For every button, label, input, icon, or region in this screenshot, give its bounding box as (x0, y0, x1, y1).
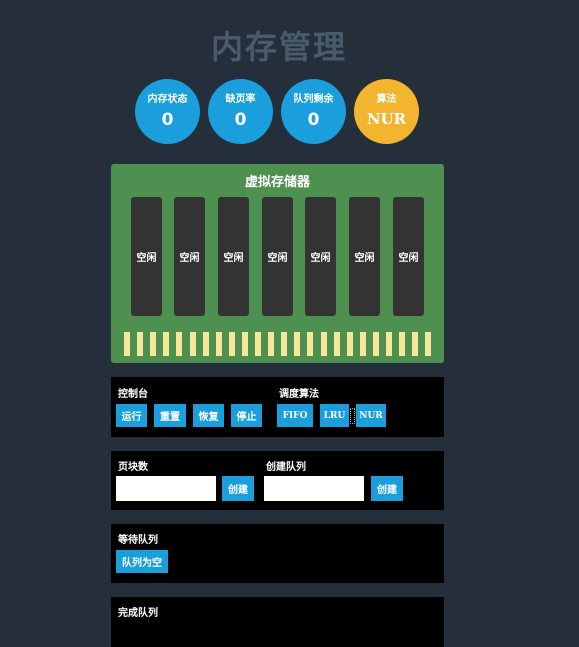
memory-slot: 空闲 (218, 197, 249, 316)
console-label: 控制台 (118, 389, 148, 400)
memory-pin (372, 332, 379, 356)
memory-pin (215, 332, 222, 356)
page-title: 内存管理 (210, 28, 347, 66)
done-queue-label: 完成队列 (118, 608, 158, 619)
create-panel: 页块数 创建 创建队列 创建 (111, 451, 444, 510)
memory-title: 虚拟存储器 (244, 175, 310, 190)
memory-slot: 空闲 (393, 197, 424, 316)
memory-pin (294, 332, 301, 356)
memory-pin (241, 332, 248, 356)
memory-pin (268, 332, 275, 356)
virtual-memory-board: 虚拟存储器 空闲 空闲 空闲 空闲 空闲 空闲 空闲 (111, 164, 444, 363)
memory-slot: 空闲 (305, 197, 336, 316)
page-count-input[interactable] (116, 476, 216, 501)
waiting-queue-panel: 等待队列 队列为空 (111, 524, 444, 583)
page-count-label: 页块数 (118, 462, 148, 473)
stat-value: 0 (161, 110, 174, 130)
stat-label: 算法 (376, 94, 397, 105)
memory-pin (150, 332, 157, 356)
memory-pin (412, 332, 419, 356)
memory-pin (255, 332, 261, 356)
memory-pin (399, 332, 406, 356)
memory-pin (176, 332, 183, 356)
queue-input[interactable] (264, 476, 364, 501)
memory-pin (386, 332, 392, 356)
memory-pin (202, 332, 209, 356)
lru-button[interactable]: LRU (320, 404, 349, 427)
stat-label: 内存状态 (147, 94, 188, 105)
nur-button[interactable]: NUR (356, 404, 386, 427)
run-button[interactable]: 运行 (116, 404, 147, 427)
memory-pin (163, 332, 170, 356)
memory-pin (346, 332, 353, 356)
stat-value: 0 (307, 110, 320, 130)
memory-pin (124, 332, 130, 356)
stat-value: 0 (234, 110, 247, 130)
queue-empty-badge: 队列为空 (116, 550, 168, 573)
memory-slot: 空闲 (174, 197, 205, 316)
waiting-queue-label: 等待队列 (118, 535, 158, 546)
memory-pin (425, 332, 432, 356)
resume-button[interactable]: 恢复 (193, 404, 224, 427)
stat-label: 队列剩余 (293, 94, 334, 105)
memory-slot: 空闲 (131, 197, 162, 316)
memory-pin (281, 332, 288, 356)
memory-pin (333, 332, 340, 356)
memory-pin (189, 332, 196, 356)
stat-value: NUR (366, 110, 407, 128)
create-queue-label: 创建队列 (266, 462, 306, 473)
memory-pin (320, 332, 327, 356)
stat-label: 缺页率 (225, 94, 256, 105)
algorithm-label: 调度算法 (279, 389, 319, 400)
fifo-button[interactable]: FIFO (277, 404, 313, 427)
reset-button[interactable]: 重置 (154, 404, 186, 427)
memory-pin (228, 332, 235, 356)
memory-pin (359, 332, 366, 356)
algorithm-stat: 算法 NUR (354, 79, 419, 144)
done-queue-panel: 完成队列 (111, 597, 444, 647)
console-panel: 控制台 运行 重置 恢复 停止 调度算法 FIFO LRU NUR (111, 377, 444, 437)
stop-button[interactable]: 停止 (231, 404, 262, 427)
text-cursor-icon (350, 408, 355, 424)
memory-pin (137, 332, 144, 356)
queue-remaining-stat: 队列剩余 0 (281, 79, 346, 144)
create-queue-button[interactable]: 创建 (371, 476, 403, 501)
page-fault-rate-stat: 缺页率 0 (208, 79, 273, 144)
memory-slot: 空闲 (349, 197, 380, 316)
create-pages-button[interactable]: 创建 (222, 476, 254, 501)
memory-status-stat: 内存状态 0 (135, 79, 200, 144)
memory-slot: 空闲 (262, 197, 293, 316)
memory-pin (307, 332, 314, 356)
